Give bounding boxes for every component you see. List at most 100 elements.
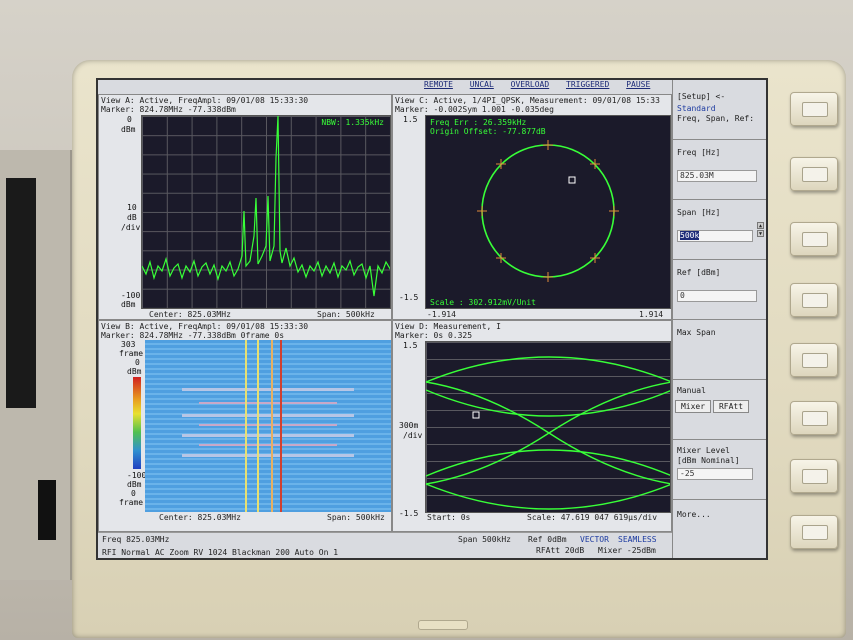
span-input[interactable]: 500k	[677, 230, 753, 242]
status-indicator-bar: REMOTE UNCAL OVERLOAD TRIGGERED PAUSE	[98, 80, 672, 94]
bezel-tab	[418, 620, 468, 630]
view-c-freq-err: Freq Err : 26.359kHz	[430, 118, 527, 127]
hardware-softkey-4[interactable]	[790, 283, 838, 317]
view-a-trace	[142, 116, 390, 297]
mixer-button[interactable]: Mixer	[675, 400, 711, 413]
ref-label: Ref [dBm]	[677, 268, 721, 277]
status-ref: Ref 0dBm	[528, 535, 567, 544]
view-a-y-bottom-unit: dBm	[121, 300, 136, 309]
view-b-scale-bottom-unit: dBm	[127, 480, 142, 489]
softkey-max-span[interactable]: Max Span	[673, 320, 766, 380]
freq-label: Freq [Hz]	[677, 148, 721, 157]
hardware-softkey-3[interactable]	[790, 222, 838, 256]
softkey-cap	[802, 353, 828, 368]
view-b-span: Span: 500kHz	[327, 513, 385, 522]
view-c-plot[interactable]: Freq Err : 26.359kHz Origin Offset: -77.…	[425, 115, 671, 309]
view-c-origin-offset: Origin Offset: -77.877dB	[430, 127, 546, 136]
more-label: More...	[677, 510, 711, 519]
view-d-header: View D: Measurement, I	[395, 322, 501, 331]
setup-sub: Freq, Span, Ref:	[677, 114, 755, 123]
rfatt-button[interactable]: RFAtt	[713, 400, 749, 413]
indicator-remote: REMOTE	[424, 80, 453, 89]
analyzer-screen: REMOTE UNCAL OVERLOAD TRIGGERED PAUSE Vi…	[96, 78, 768, 560]
status-rfatt: RFAtt 20dB	[536, 546, 585, 555]
view-b-center: Center: 825.03MHz	[159, 513, 241, 522]
view-b-marker: Marker: 824.78MHz -77.338dBm 0frame 0s	[101, 331, 285, 340]
hardware-softkey-8[interactable]	[790, 515, 838, 549]
view-b-y-bottom: 0	[131, 489, 136, 498]
view-a-marker: Marker: 824.78MHz -77.338dBm	[101, 105, 236, 114]
softkey-span[interactable]: Span [Hz] 500k ▲ ▼	[673, 200, 766, 260]
softkey-mixer-level[interactable]: Mixer Level [dBm Nominal] -25	[673, 440, 766, 500]
status-seamless: SEAMLESS	[618, 535, 657, 544]
view-d-start: Start: 0s	[427, 513, 471, 522]
view-a-plot[interactable]: NBW: 1.335kHz	[141, 115, 391, 309]
view-b-scale-bottom: -100	[127, 471, 147, 480]
view-a-y-bottom: -100	[121, 291, 141, 300]
indicator-overload: OVERLOAD	[510, 80, 550, 89]
view-c-x-right: 1.914	[639, 310, 664, 319]
view-d-y-bottom: -1.5	[399, 509, 419, 518]
view-d-scale: Scale: 47.619 047 619µs/div	[527, 513, 658, 522]
span-label: Span [Hz]	[677, 208, 721, 217]
hardware-softkey-6[interactable]	[790, 401, 838, 435]
softkey-more[interactable]: More...	[673, 500, 766, 558]
hardware-softkey-5[interactable]	[790, 343, 838, 377]
view-a-nbw: NBW: 1.335kHz	[321, 118, 384, 127]
view-a-y-mid-unit2: /div	[121, 223, 141, 232]
spectro-band	[181, 388, 355, 391]
status-line2-text: RFI Normal AC Zoom RV 1024 Blackman	[102, 548, 271, 557]
softkey-cap	[802, 167, 828, 182]
manual-toggle: Mixer RFAtt	[675, 400, 751, 413]
view-b-header: View B: Active, FreqAmpl: 09/01/08 15:33…	[101, 322, 309, 331]
view-b-y-top-unit: frame	[119, 349, 144, 358]
mixer-level-input[interactable]: -25	[677, 468, 753, 480]
span-value: 500k	[680, 231, 700, 240]
mixer-level-label: Mixer Level	[677, 446, 730, 455]
softkey-manual[interactable]: Manual Mixer RFAtt	[673, 380, 766, 440]
mixer-level-sub: [dBm Nominal]	[677, 456, 740, 465]
softkey-menu: [Setup] <- Standard Freq, Span, Ref: Fre…	[672, 80, 766, 558]
view-a-y-top: 0	[127, 115, 132, 124]
view-d-eye-diagram[interactable]: View D: Measurement, I Marker: 0s 0.325 …	[392, 320, 672, 532]
hardware-softkey-1[interactable]	[790, 92, 838, 126]
hardware-softkey-2[interactable]	[790, 157, 838, 191]
indicator-pause: PAUSE	[626, 80, 651, 89]
softkey-freq[interactable]: Freq [Hz] 825.03M	[673, 140, 766, 200]
spectro-band	[181, 414, 355, 417]
span-down-arrow-icon[interactable]: ▼	[757, 230, 764, 237]
view-d-y-mid: 300m	[399, 421, 419, 430]
softkey-cap	[802, 102, 828, 117]
status-span: Span 500kHz	[458, 535, 511, 544]
view-d-y-top: 1.5	[403, 341, 418, 350]
spectro-carrier	[271, 340, 273, 512]
status-vector: VECTOR	[580, 535, 609, 544]
softkey-setup[interactable]: [Setup] <- Standard Freq, Span, Ref:	[673, 80, 766, 140]
freq-input[interactable]: 825.03M	[677, 170, 757, 182]
view-c-y-top: 1.5	[403, 115, 418, 124]
softkey-cap	[802, 232, 828, 247]
view-c-marker: Marker: -0.002Sym 1.001 -0.035deg	[395, 105, 554, 114]
view-a-spectrum[interactable]: View A: Active, FreqAmpl: 09/01/08 15:33…	[98, 94, 392, 320]
view-c-trace	[477, 140, 619, 282]
indicator-triggered: TRIGGERED	[566, 80, 610, 89]
view-b-scale-top: 0	[135, 358, 140, 367]
spectro-band	[181, 454, 355, 457]
view-b-plot[interactable]	[145, 340, 391, 512]
view-b-spectrogram[interactable]: View B: Active, FreqAmpl: 09/01/08 15:33…	[98, 320, 392, 532]
softkey-ref[interactable]: Ref [dBm] 0	[673, 260, 766, 320]
hardware-softkey-7[interactable]	[790, 459, 838, 493]
max-span-label: Max Span	[677, 328, 716, 337]
view-a-span: Span: 500kHz	[317, 310, 375, 319]
view-c-constellation[interactable]: View C: Active, 1/4PI_QPSK, Measurement:…	[392, 94, 672, 320]
view-d-plot[interactable]	[425, 341, 671, 513]
view-a-y-mid: 10	[127, 203, 137, 212]
softkey-cap	[802, 525, 828, 540]
ref-input[interactable]: 0	[677, 290, 757, 302]
span-up-arrow-icon[interactable]: ▲	[757, 222, 764, 229]
view-c-x-left: -1.914	[427, 310, 456, 319]
view-d-y-mid-unit: /div	[403, 431, 423, 440]
view-b-colorbar	[133, 377, 141, 469]
status-mixer: Mixer -25dBm	[598, 546, 656, 555]
spectro-band	[181, 434, 355, 437]
